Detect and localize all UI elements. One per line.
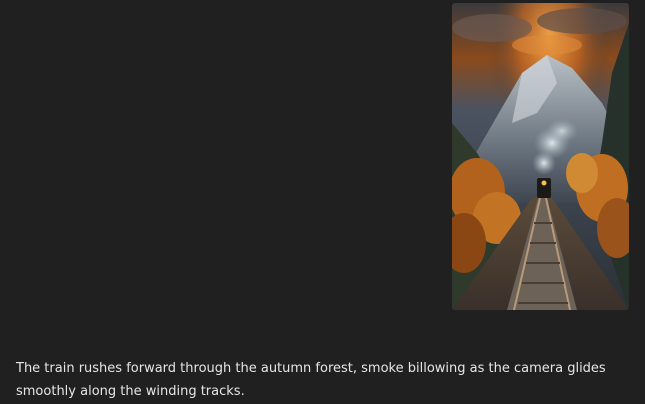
- train-autumn-scene-image: [452, 3, 629, 310]
- chat-message-panel: The train rushes forward through the aut…: [0, 0, 645, 404]
- image-caption: The train rushes forward through the aut…: [16, 361, 606, 399]
- generated-image[interactable]: [452, 3, 629, 310]
